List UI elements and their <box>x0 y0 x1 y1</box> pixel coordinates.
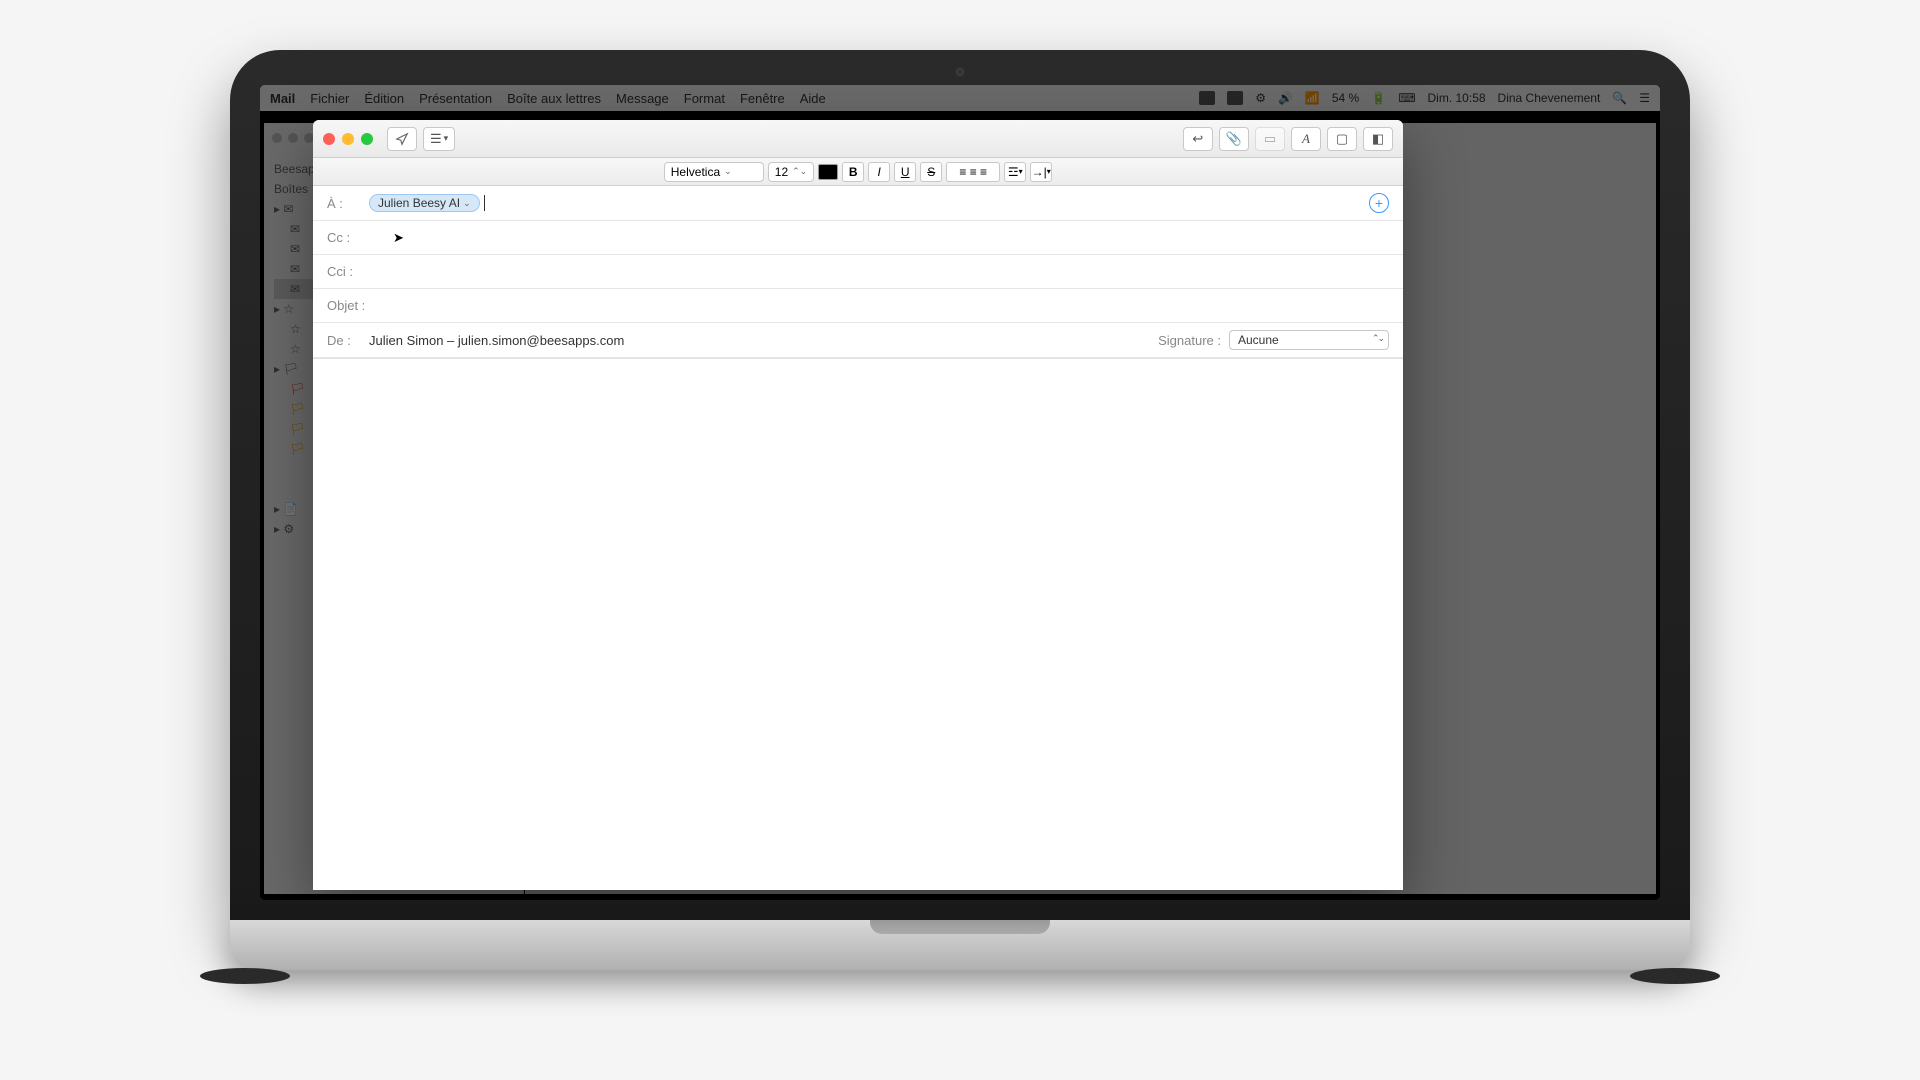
camera-dot <box>956 68 964 76</box>
to-field-row[interactable]: À : Julien Beesy AI ⌄ + <box>313 186 1403 221</box>
recipient-name: Julien Beesy AI <box>378 196 460 210</box>
list-button[interactable]: ☲▾ <box>1004 162 1026 182</box>
reply-button[interactable]: ↩︎ <box>1183 127 1213 151</box>
bold-button[interactable]: B <box>842 162 864 182</box>
font-size-select[interactable]: 12⌃⌄ <box>768 162 814 182</box>
attach-button[interactable]: 📎 <box>1219 127 1249 151</box>
font-size-value: 12 <box>775 165 788 179</box>
minimize-window-button[interactable] <box>342 133 354 145</box>
font-family-value: Helvetica <box>671 165 720 179</box>
format-button[interactable]: A <box>1291 127 1321 151</box>
cursor-pointer-icon: ➤ <box>393 230 404 246</box>
format-bar: Helvetica⌄ 12⌃⌄ B I U S ≡ ≡ ≡ ☲▾ →|▾ <box>313 158 1403 186</box>
cc-field-row[interactable]: Cc : ➤ <box>313 221 1403 255</box>
to-label: À : <box>327 196 369 211</box>
close-window-button[interactable] <box>323 133 335 145</box>
signature-select[interactable]: Aucune <box>1229 330 1389 350</box>
bcc-field-row[interactable]: Cci : <box>313 255 1403 289</box>
from-value[interactable]: Julien Simon – julien.simon@beesapps.com <box>369 333 624 348</box>
underline-button[interactable]: U <box>894 162 916 182</box>
text-color-button[interactable] <box>818 164 838 180</box>
subject-field-row[interactable]: Objet : <box>313 289 1403 323</box>
strike-button[interactable]: S <box>920 162 942 182</box>
italic-button[interactable]: I <box>868 162 890 182</box>
bcc-label: Cci : <box>327 264 369 279</box>
indent-button[interactable]: →|▾ <box>1030 162 1052 182</box>
cc-label: Cc : <box>327 230 369 245</box>
chevron-down-icon[interactable]: ⌄ <box>463 198 471 209</box>
message-body[interactable] <box>313 359 1403 890</box>
compose-window: ☰▾ ↩︎ 📎 ▭ A ▢ ◧ Helvetica⌄ 1 <box>313 120 1403 890</box>
send-button[interactable] <box>387 127 417 151</box>
header-fields-button[interactable]: ☰▾ <box>423 127 455 151</box>
signature-value: Aucune <box>1238 333 1279 347</box>
sidebar-toggle-button[interactable]: ◧ <box>1363 127 1393 151</box>
zoom-window-button[interactable] <box>361 133 373 145</box>
align-buttons[interactable]: ≡ ≡ ≡ <box>946 162 1000 182</box>
recipient-token[interactable]: Julien Beesy AI ⌄ <box>369 194 480 212</box>
add-contact-button[interactable]: + <box>1369 193 1389 213</box>
compose-toolbar: ☰▾ ↩︎ 📎 ▭ A ▢ ◧ <box>313 120 1403 158</box>
text-cursor <box>484 195 485 211</box>
markup-button[interactable]: ▭ <box>1255 127 1285 151</box>
subject-label: Objet : <box>327 298 379 313</box>
font-family-select[interactable]: Helvetica⌄ <box>664 162 764 182</box>
signature-label: Signature : <box>1158 333 1221 348</box>
from-label: De : <box>327 333 369 348</box>
media-button[interactable]: ▢ <box>1327 127 1357 151</box>
from-field-row: De : Julien Simon – julien.simon@beesapp… <box>313 323 1403 358</box>
